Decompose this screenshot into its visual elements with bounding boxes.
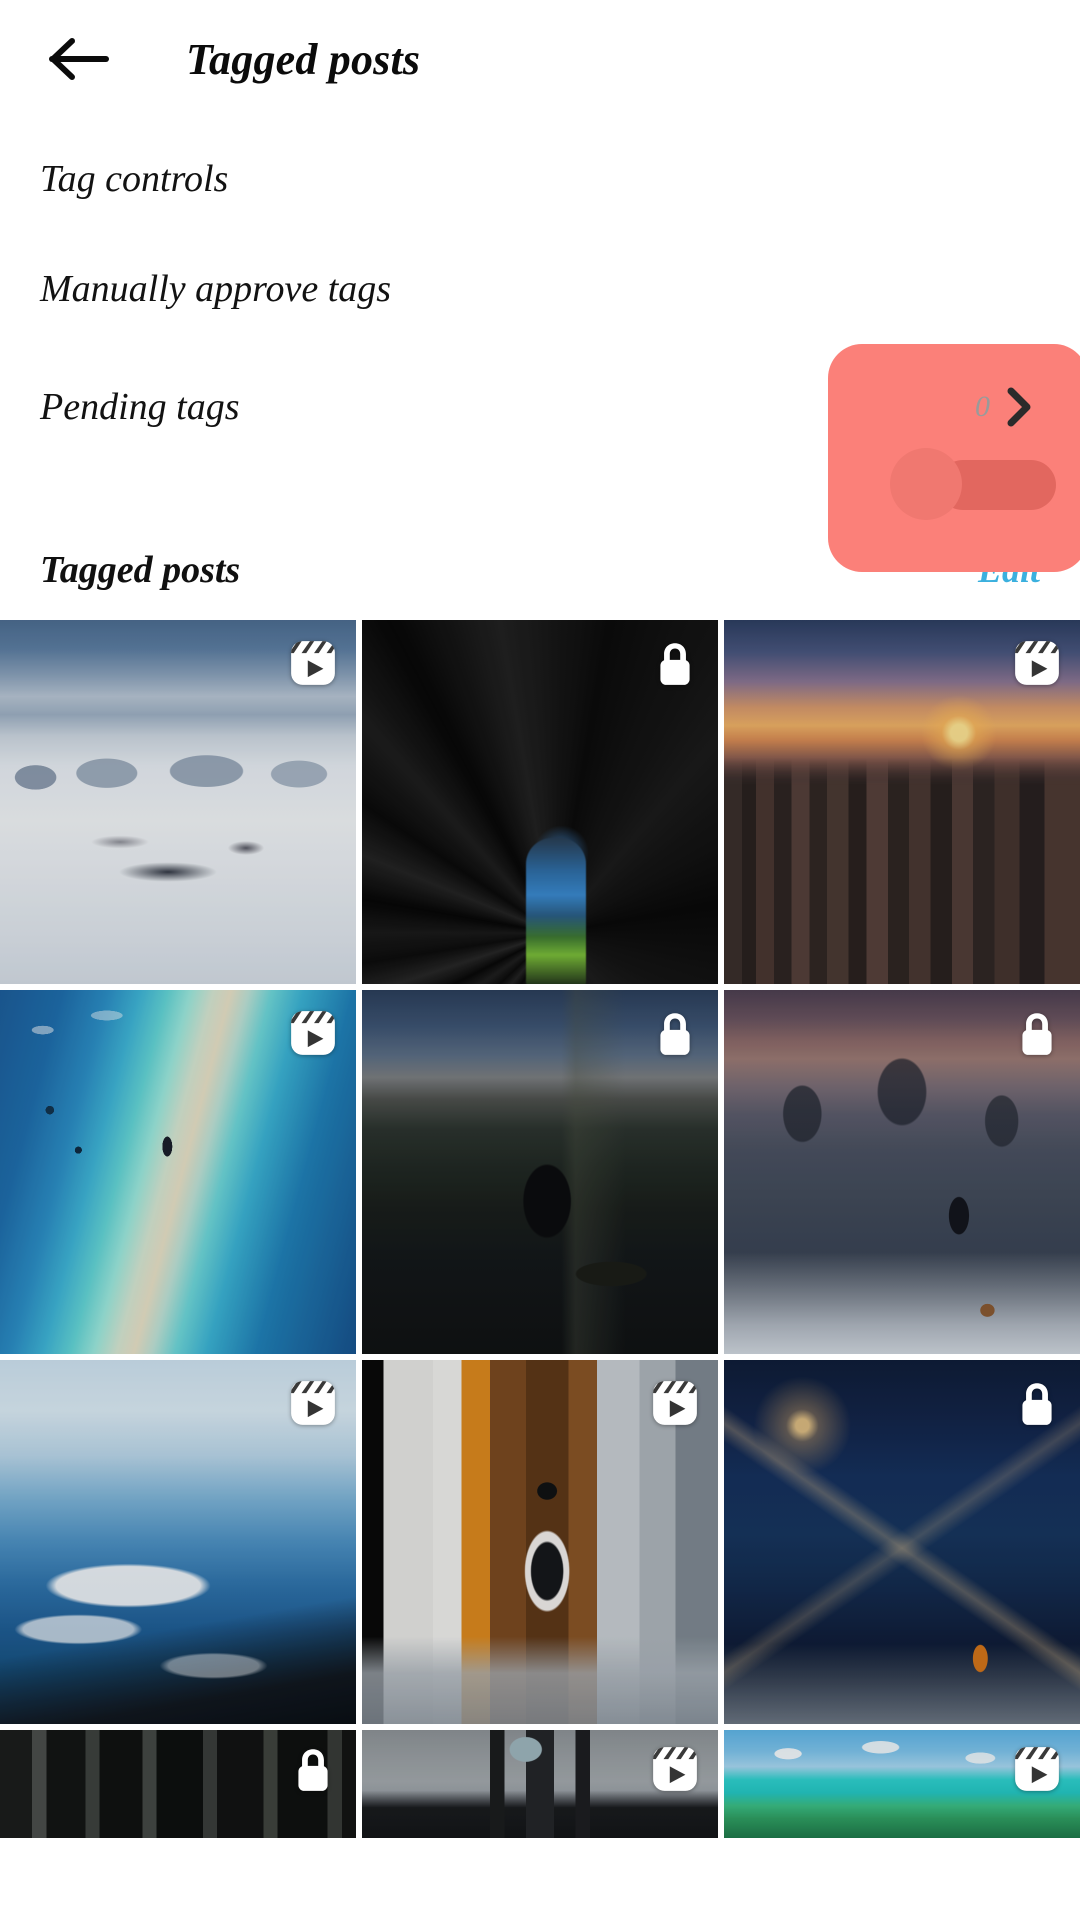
manually-approve-tags-toggle[interactable]	[890, 448, 1058, 520]
back-button[interactable]	[40, 20, 118, 98]
lock-icon	[288, 1744, 338, 1794]
reels-icon	[650, 1378, 700, 1428]
edit-button[interactable]: Edit	[978, 552, 1040, 588]
reels-icon	[288, 638, 338, 688]
row-tag-controls: Tag controls	[40, 118, 1040, 230]
tagged-post-cell[interactable]	[724, 1730, 1080, 1838]
tagged-post-cell[interactable]	[0, 990, 356, 1354]
tagged-post-cell[interactable]	[724, 990, 1080, 1354]
manually-approve-tags-label: Manually approve tags	[40, 268, 392, 310]
arrow-left-icon	[48, 36, 110, 82]
tagged-post-cell[interactable]	[0, 620, 356, 984]
tagged-post-cell[interactable]	[362, 1730, 718, 1838]
chevron-right-icon	[1006, 387, 1032, 427]
pending-tags-count: 0	[975, 390, 990, 423]
tagged-posts-grid	[0, 620, 1080, 1838]
lock-icon	[650, 638, 700, 688]
reels-icon	[1012, 638, 1062, 688]
row-manually-approve-tags: Manually approve tags	[40, 230, 1040, 348]
tag-controls-label: Tag controls	[40, 158, 229, 200]
tagged-posts-title: Tagged posts	[40, 549, 241, 591]
lock-icon	[650, 1008, 700, 1058]
tagged-post-cell[interactable]	[0, 1360, 356, 1724]
tagged-post-cell[interactable]	[0, 1730, 356, 1838]
lock-icon	[1012, 1008, 1062, 1058]
toggle-knob[interactable]	[890, 448, 962, 520]
tagged-post-cell[interactable]	[724, 620, 1080, 984]
page-title: Tagged posts	[186, 34, 421, 84]
tagged-post-cell[interactable]	[362, 1360, 718, 1724]
tagged-post-cell[interactable]	[362, 620, 718, 984]
pending-tags-label: Pending tags	[40, 386, 240, 428]
pending-tags-value-group: 0	[975, 387, 1040, 427]
tagged-post-cell[interactable]	[362, 990, 718, 1354]
lock-icon	[1012, 1378, 1062, 1428]
app-header: Tagged posts	[0, 0, 1080, 118]
tag-controls-section: Tag controls Manually approve tags Pendi…	[0, 118, 1080, 572]
reels-icon	[1012, 1744, 1062, 1794]
reels-icon	[650, 1744, 700, 1794]
reels-icon	[288, 1008, 338, 1058]
tagged-post-cell[interactable]	[724, 1360, 1080, 1724]
reels-icon	[288, 1378, 338, 1428]
tagged-posts-header: Tagged posts Edit	[0, 520, 1080, 620]
